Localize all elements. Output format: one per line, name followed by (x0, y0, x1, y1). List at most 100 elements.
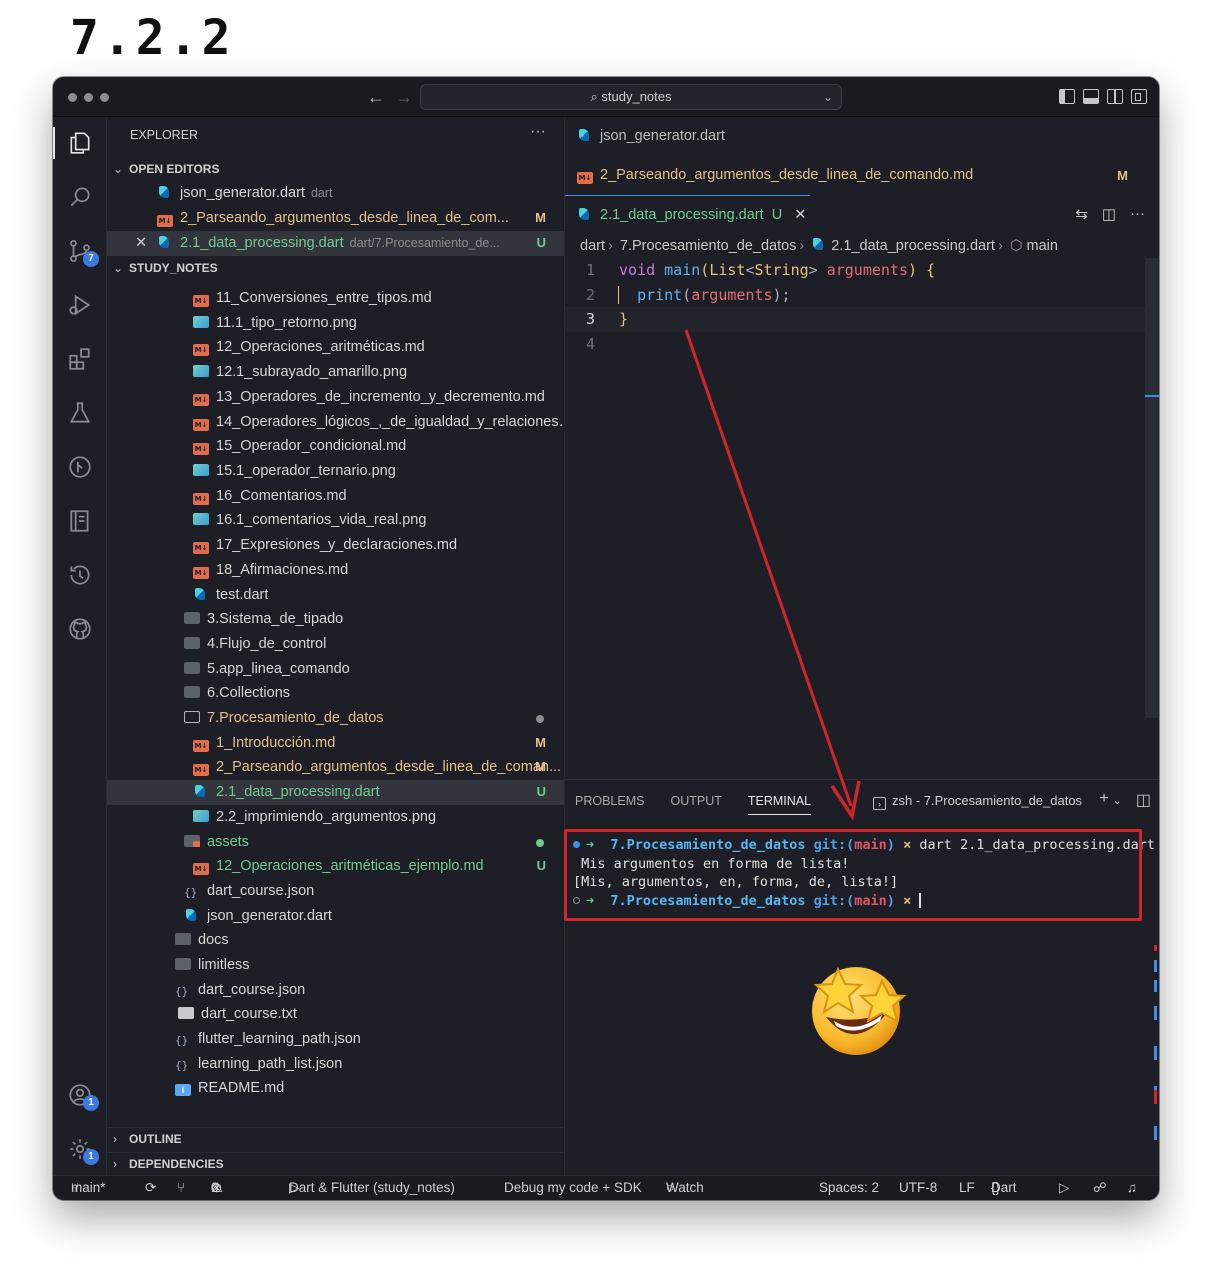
open-changes-icon[interactable]: ⇆ (1075, 205, 1088, 223)
run-debug-icon[interactable] (53, 285, 107, 325)
tab-output[interactable]: OUTPUT (670, 794, 721, 815)
tree-item[interactable]: M↓ 17_Expresiones_y_declaraciones.md (107, 533, 564, 558)
code-editor[interactable]: 1 void main(List<String> arguments) { 2 p… (565, 258, 1159, 356)
tree-item[interactable]: M↓ 15_Operador_condicional.md (107, 434, 564, 459)
more-actions-icon[interactable]: ··· (1130, 205, 1145, 223)
open-editor-item[interactable]: M↓ 2_Parseando_argumentos_desde_linea_de_… (107, 206, 564, 231)
notebook-icon[interactable] (53, 501, 107, 541)
debug-mode[interactable]: Debug my code + SDK (504, 1176, 642, 1200)
tree-item[interactable]: {} dart_course.json (107, 978, 564, 1003)
outline-header[interactable]: › OUTLINE (107, 1127, 564, 1149)
tree-item[interactable]: json_generator.dart (107, 904, 564, 929)
markdown-file-icon: M↓ (193, 493, 209, 505)
testing-icon[interactable] (53, 393, 107, 433)
new-terminal-icon[interactable]: + (1099, 790, 1108, 810)
tree-folder[interactable]: limitless (107, 953, 564, 978)
open-editor-item[interactable]: json_generator.dart dart (107, 181, 564, 206)
project-header[interactable]: ⌄ STUDY_NOTES (107, 257, 564, 279)
split-editor-icon[interactable]: ◫ (1102, 205, 1116, 223)
breadcrumb-item[interactable]: 7.Procesamiento_de_datos (620, 238, 797, 254)
tree-folder-open[interactable]: 7.Procesamiento_de_datos (107, 706, 564, 731)
tree-item[interactable]: M↓ 2_Parseando_argumentos_desde_linea_de_… (107, 755, 564, 780)
markdown-file-icon: M↓ (193, 764, 209, 776)
toggle-secondary-sidebar-icon[interactable] (1107, 89, 1123, 104)
breadcrumb-item[interactable]: main (1027, 238, 1058, 254)
tree-item[interactable]: M↓ 14_Operadores_lógicos_,_de_igualdad_y_… (107, 410, 576, 435)
gear-icon[interactable]: 1 (53, 1129, 107, 1169)
tree-folder[interactable]: assets (107, 830, 564, 855)
feedback-icon[interactable]: ☍ (1093, 1176, 1107, 1200)
tree-item[interactable]: M↓ 12_Operaciones_aritméticas_ejemplo.md U (107, 854, 564, 879)
timeline-icon[interactable] (53, 555, 107, 595)
tree-folder[interactable]: 6.Collections (107, 681, 564, 706)
tree-item[interactable]: 15.1_operador_ternario.png (107, 459, 564, 484)
editor-scrollbar[interactable] (1145, 258, 1159, 718)
terminal-output[interactable]: ➜ 7.Procesamiento_de_datos git:(main) × … (565, 836, 1159, 910)
tree-folder[interactable]: 3.Sistema_de_tipado (107, 607, 564, 632)
editor-tab[interactable]: json_generator.dart (565, 117, 1159, 156)
encoding[interactable]: UTF-8 (899, 1176, 937, 1200)
tree-folder[interactable]: 5.app_linea_comando (107, 657, 564, 682)
tree-item[interactable]: {} learning_path_list.json (107, 1052, 564, 1077)
tree-item-selected[interactable]: 2.1_data_processing.dart U (107, 780, 564, 805)
search-icon[interactable] (53, 177, 107, 217)
close-icon[interactable]: ✕ (794, 207, 806, 223)
source-control-icon[interactable]: 7 (53, 231, 107, 271)
accounts-badge: 1 (83, 1095, 99, 1111)
tree-item[interactable]: M↓ 11_Conversiones_entre_tipos.md (107, 286, 564, 311)
tree-item[interactable]: {} dart_course.json (107, 879, 564, 904)
sync-icon[interactable]: ⟳ (145, 1176, 156, 1200)
folder-icon (184, 612, 200, 624)
forward-arrow-icon[interactable]: → (395, 87, 413, 108)
notifications-icon[interactable]: ♫ (1127, 1176, 1137, 1200)
dart-file-icon (184, 909, 200, 921)
tree-item[interactable]: M↓ 12_Operaciones_aritméticas.md (107, 335, 564, 360)
tree-item[interactable]: 12.1_subrayado_amarillo.png (107, 360, 564, 385)
tree-item[interactable]: i README.md (107, 1076, 564, 1101)
split-terminal-icon[interactable]: ◫ (1136, 790, 1151, 810)
open-editor-item-active[interactable]: ✕ 2.1_data_processing.dart dart/7.Procesam… (107, 231, 564, 256)
tree-item[interactable]: {} flutter_learning_path.json (107, 1027, 564, 1052)
markdown-file-icon: M↓ (193, 419, 209, 431)
tree-item[interactable]: dart_course.txt (107, 1002, 564, 1027)
chevron-down-icon[interactable]: ⌄ (823, 85, 833, 109)
publish-icon[interactable]: ⑂ (177, 1176, 185, 1200)
customize-layout-icon[interactable] (1131, 89, 1147, 104)
tree-item[interactable]: M↓ 13_Operadores_de_incremento_y_decremen… (107, 385, 564, 410)
tree-item[interactable]: 2.2_imprimiendo_argumentos.png (107, 805, 564, 830)
open-editors-header[interactable]: ⌄ OPEN EDITORS (107, 158, 564, 180)
extensions-icon[interactable] (53, 339, 107, 379)
terminal-selector[interactable]: › zsh - 7.Procesamiento_de_datos (873, 793, 1082, 810)
editor-tab-active[interactable]: 2.1_data_processing.dart U ✕ (565, 195, 810, 234)
tree-folder[interactable]: docs (107, 928, 564, 953)
command-center[interactable]: ⌕ study_notes ⌄ (420, 84, 842, 110)
accounts-icon[interactable]: 1 (53, 1075, 107, 1115)
more-actions-icon[interactable]: ··· (530, 123, 546, 141)
dependencies-header[interactable]: › DEPENDENCIES (107, 1152, 564, 1174)
window-controls[interactable] (68, 93, 109, 102)
breadcrumb-item[interactable]: dart (580, 238, 605, 254)
indentation[interactable]: Spaces: 2 (819, 1176, 879, 1200)
toggle-sidebar-icon[interactable] (1059, 89, 1075, 104)
tree-item[interactable]: 11.1_tipo_retorno.png (107, 311, 564, 336)
tree-item[interactable]: M↓ 18_Afirmaciones.md (107, 558, 564, 583)
tree-item[interactable]: M↓ 16_Comentarios.md (107, 484, 564, 509)
tree-item[interactable]: 16.1_comentarios_vida_real.png (107, 508, 564, 533)
github-icon[interactable] (53, 609, 107, 649)
tree-folder[interactable]: 4.Flujo_de_control (107, 632, 564, 657)
tab-problems[interactable]: PROBLEMS (575, 794, 644, 815)
terminal-icon[interactable]: ▷ (1059, 1176, 1069, 1200)
git-graph-icon[interactable] (53, 447, 107, 487)
close-icon[interactable]: ✕ (135, 231, 157, 255)
chevron-down-icon[interactable]: ⌄ (1113, 794, 1122, 810)
tree-item[interactable]: M↓ 1_Introducción.md M (107, 731, 564, 756)
tree-item[interactable]: test.dart (107, 583, 564, 608)
editor-tab[interactable]: M↓ 2_Parseando_argumentos_desde_linea_de_… (565, 156, 1159, 195)
tab-terminal[interactable]: TERMINAL (747, 794, 812, 815)
markdown-file-icon: M↓ (157, 215, 173, 227)
breadcrumb-item[interactable]: 2.1_data_processing.dart (831, 238, 995, 254)
line-ending[interactable]: LF (959, 1176, 975, 1200)
explorer-icon[interactable] (53, 123, 107, 163)
back-arrow-icon[interactable]: ← (367, 87, 385, 108)
toggle-panel-icon[interactable] (1083, 89, 1099, 104)
